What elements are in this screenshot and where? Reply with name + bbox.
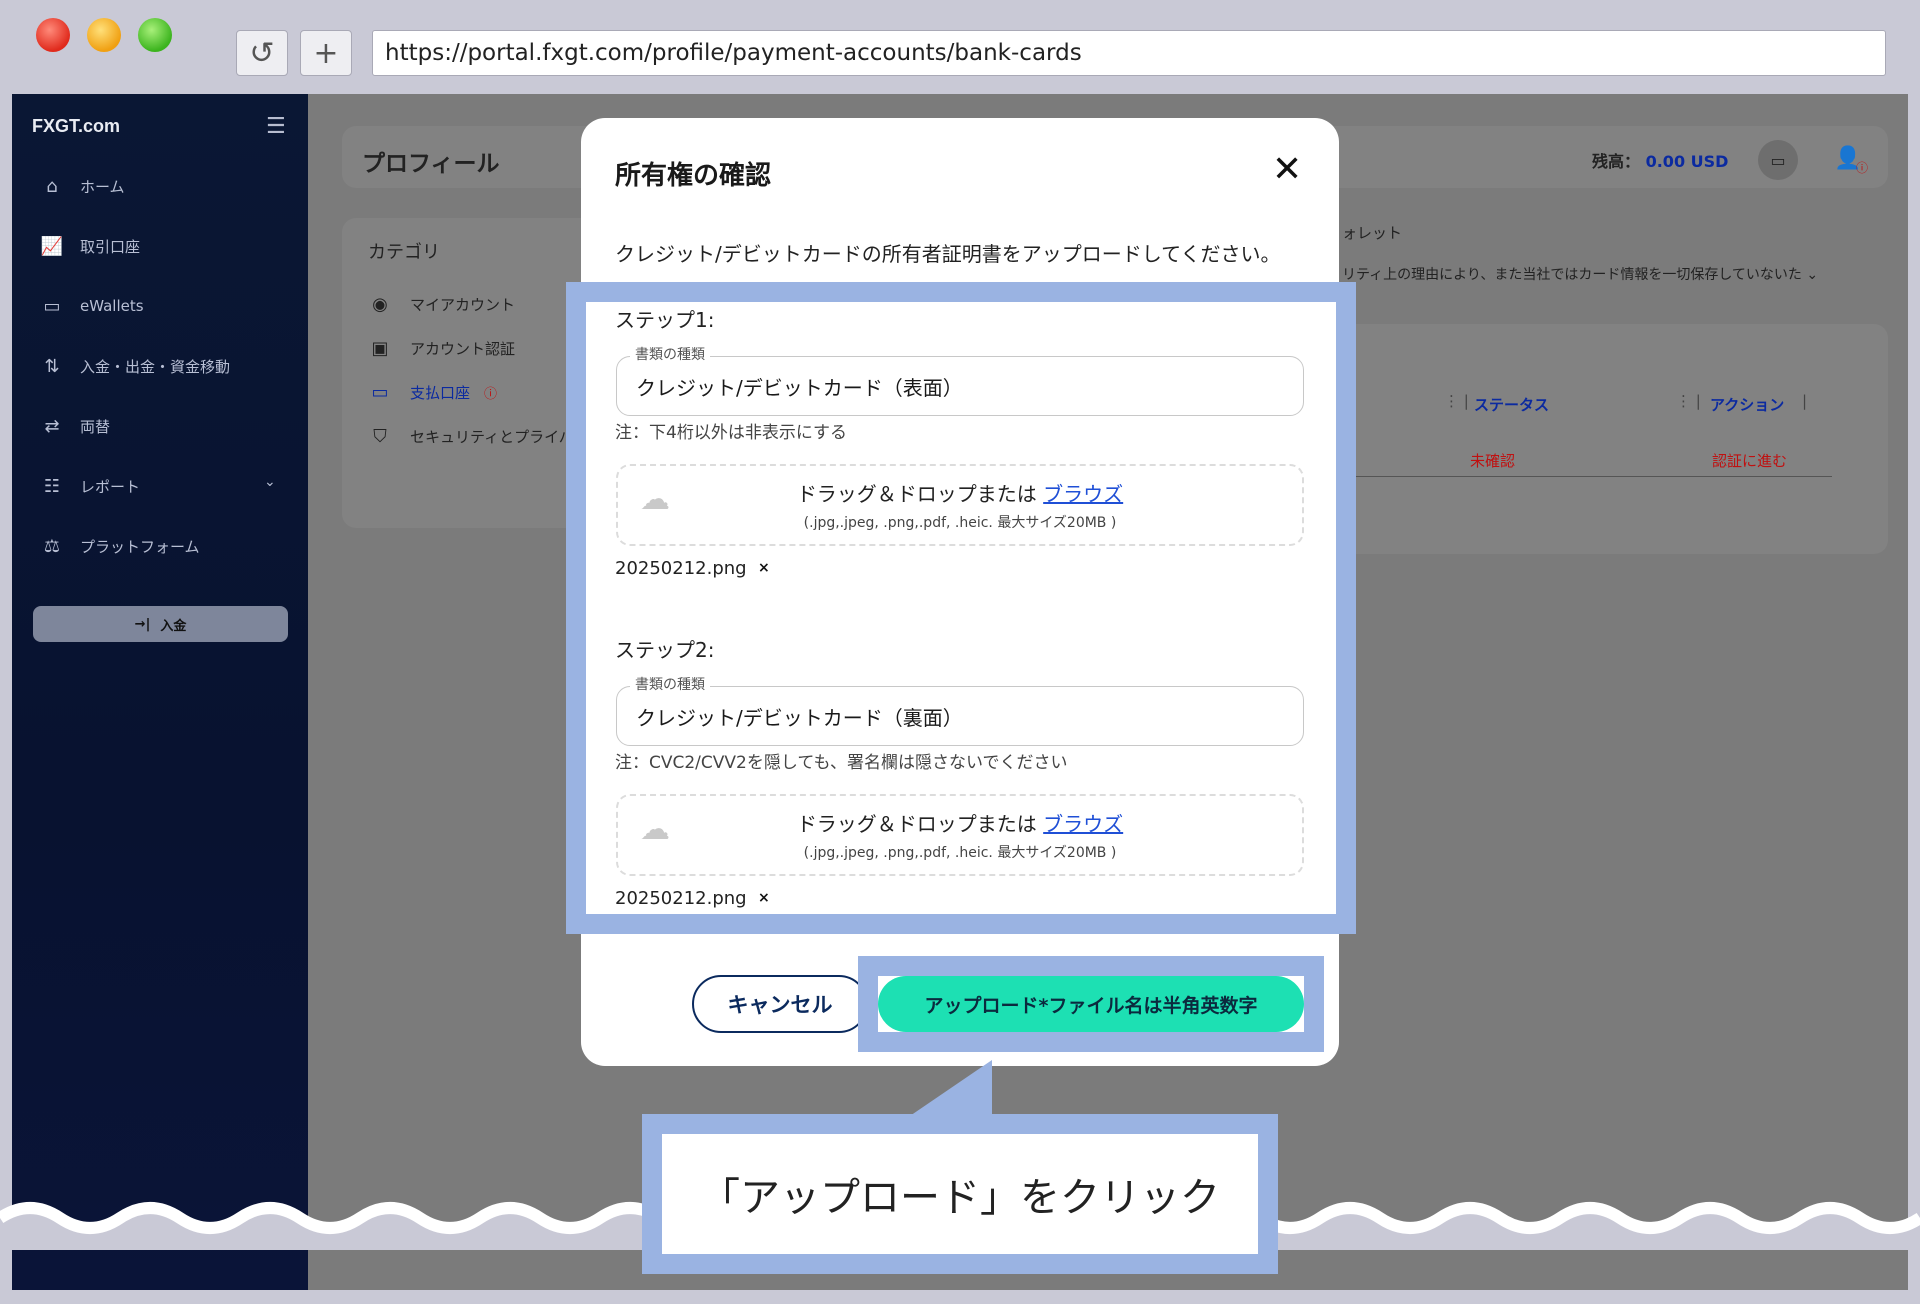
sidebar-item-label: 取引口座 — [80, 237, 141, 256]
sidebar: FXGT.com ☰ ⌂ ホーム 📈 取引口座 ▭ eWallets ⇅ 入金・… — [12, 94, 308, 1290]
column-header-action[interactable]: アクション — [1710, 394, 1784, 415]
column-header-status[interactable]: ステータス — [1474, 394, 1549, 415]
wallet-label: ォレット — [1342, 224, 1403, 242]
sidebar-item-label: レポート — [80, 477, 141, 496]
callout-pointer — [904, 1060, 992, 1120]
category-verification[interactable]: ▣ アカウント認証 — [368, 338, 515, 359]
modal-title: 所有権の確認 — [615, 161, 772, 191]
browser-chrome: ↺ + https://portal.fxgt.com/profile/paym… — [0, 0, 1920, 94]
sidebar-item-platform[interactable]: ⚖ プラットフォーム — [40, 534, 200, 558]
category-label: 支払口座 — [410, 384, 471, 402]
category-payment-accounts[interactable]: ▭ 支払口座 ⓘ — [368, 382, 497, 403]
sidebar-item-trading-accounts[interactable]: 📈 取引口座 — [40, 234, 140, 258]
status-badge: 未確認 — [1470, 452, 1516, 470]
login-arrow-icon: →| — [134, 616, 151, 632]
reload-icon: ↺ — [249, 35, 275, 71]
sidebar-item-reports[interactable]: ☷ レポート — [40, 474, 140, 498]
sidebar-item-exchange[interactable]: ⇄ 両替 — [40, 414, 110, 438]
plus-icon: + — [313, 35, 339, 71]
alert-icon: ⓘ — [484, 387, 498, 402]
minimize-window-button[interactable] — [87, 18, 121, 52]
security-note-text: リティ上の理由により、また当社ではカード情報を一切保存していないた — [1342, 267, 1802, 283]
sidebar-item-label: eWallets — [80, 297, 144, 315]
column-divider: | — [1802, 392, 1808, 410]
column-menu-icon[interactable]: ⋮ | — [1676, 392, 1701, 410]
deposit-label: 入金 — [160, 618, 187, 634]
wallet-icon: ▭ — [371, 382, 389, 403]
accounts-table-panel — [1342, 324, 1888, 554]
chevron-down-icon[interactable]: ⌄ — [1806, 267, 1818, 283]
verify-link[interactable]: 認証に進む — [1712, 450, 1787, 471]
callout-text: 「アップロード」をクリック — [700, 1175, 1220, 1221]
transfer-icon: ⇅ — [44, 355, 60, 377]
deposit-button[interactable]: →| 入金 — [33, 606, 288, 642]
id-card-icon: ▣ — [371, 338, 389, 359]
category-my-account[interactable]: ◉ マイアカウント — [368, 294, 515, 315]
menu-toggle-icon[interactable]: ☰ — [266, 114, 286, 139]
report-icon: ☷ — [43, 475, 61, 497]
logo[interactable]: FXGT.com — [32, 116, 120, 137]
balance-label: 残高： — [1592, 152, 1641, 171]
instruction-callout: 「アップロード」をクリック — [642, 1114, 1278, 1274]
user-circle-icon: ◉ — [372, 294, 388, 315]
sidebar-item-home[interactable]: ⌂ ホーム — [40, 174, 125, 198]
category-label: アカウント認証 — [410, 340, 516, 358]
sidebar-item-ewallets[interactable]: ▭ eWallets — [40, 294, 144, 318]
page-title: プロフィール — [362, 151, 500, 177]
close-window-button[interactable] — [36, 18, 70, 52]
sidebar-item-label: ホーム — [80, 177, 125, 196]
home-icon: ⌂ — [46, 175, 58, 197]
category-label: マイアカウント — [410, 296, 516, 314]
wallet-icon: ▭ — [43, 295, 61, 317]
chart-icon: 📈 — [40, 235, 64, 257]
shield-icon: ⛉ — [373, 426, 387, 447]
category-security[interactable]: ⛉ セキュリティとプライバ — [368, 426, 574, 447]
category-title: カテゴリ — [368, 242, 440, 263]
platform-icon: ⚖ — [43, 535, 61, 557]
chevron-down-icon[interactable]: ⌄ — [264, 474, 276, 490]
table-divider — [1352, 476, 1832, 477]
upload-button[interactable]: アップロード*ファイル名は半角英数字 — [878, 976, 1304, 1032]
reload-button[interactable]: ↺ — [236, 30, 288, 76]
address-bar[interactable]: https://portal.fxgt.com/profile/payment-… — [372, 30, 1886, 76]
sidebar-item-funds[interactable]: ⇅ 入金・出金・資金移動 — [40, 354, 230, 378]
user-icon[interactable]: 👤 ⓘ — [1828, 138, 1868, 178]
modal-description: クレジット/デビットカードの所有者証明書をアップロードしてください。 — [615, 242, 1281, 266]
close-icon[interactable]: ✕ — [1272, 152, 1302, 188]
steps-highlight — [566, 282, 1356, 934]
sidebar-item-label: 両替 — [80, 417, 111, 436]
security-note: リティ上の理由により、また当社ではカード情報を一切保存していないた ⌄ — [1342, 264, 1818, 284]
alert-icon: ⓘ — [1855, 161, 1868, 175]
balance: 残高： 0.00 USD — [1592, 148, 1728, 172]
column-menu-icon[interactable]: ⋮ | — [1444, 392, 1469, 410]
wallet-icon[interactable]: ▭ — [1758, 140, 1798, 180]
sidebar-item-label: 入金・出金・資金移動 — [80, 357, 231, 376]
exchange-icon: ⇄ — [44, 415, 60, 437]
balance-value: 0.00 USD — [1645, 152, 1729, 171]
new-tab-button[interactable]: + — [300, 30, 352, 76]
cancel-button[interactable]: キャンセル — [692, 975, 868, 1033]
category-label: セキュリティとプライバ — [410, 428, 574, 446]
maximize-window-button[interactable] — [138, 18, 172, 52]
sidebar-item-label: プラットフォーム — [80, 537, 200, 556]
